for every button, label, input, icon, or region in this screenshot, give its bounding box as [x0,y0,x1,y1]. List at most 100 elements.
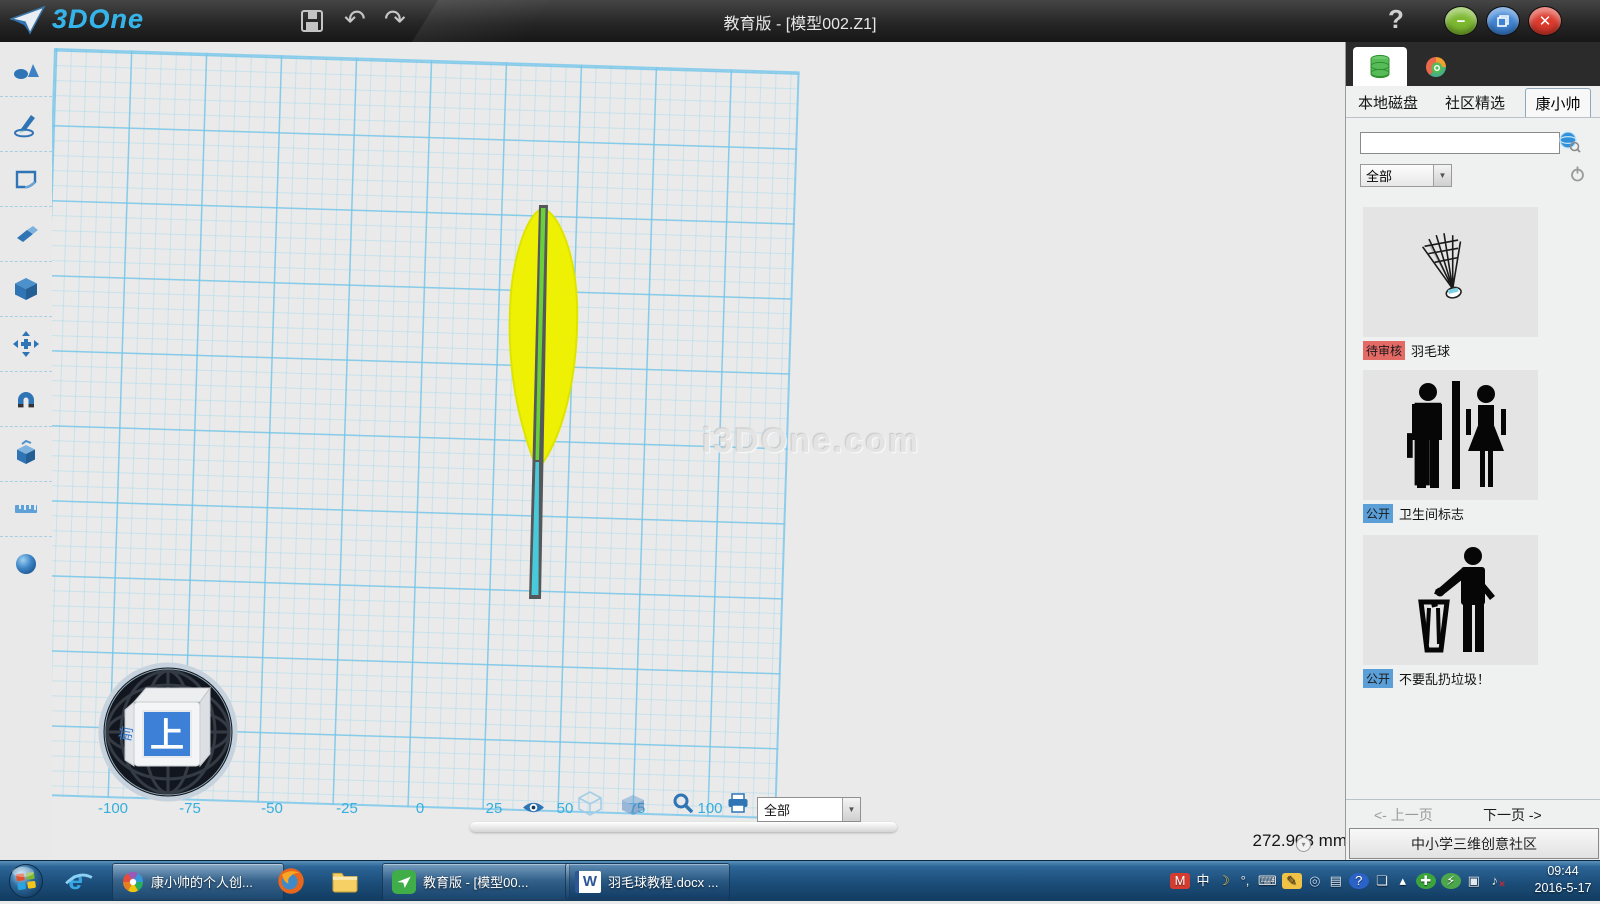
logo-text: 3DOne [52,4,144,35]
taskbar: e 康小帅的个人创... 教育版 - [模型 [0,860,1600,901]
volume-muted-icon[interactable]: ♪✕ [1487,873,1503,889]
ruler-tick: 100 [697,800,722,817]
taskbar-clock[interactable]: 09:44 2016-5-17 [1532,863,1594,897]
nav-cube-front-label[interactable]: 上 [150,717,184,755]
taskbar-button-label: 教育版 - [模型00... [423,872,528,891]
search-globe-icon[interactable] [1558,130,1582,159]
clock-time: 09:44 [1532,863,1594,880]
viewport[interactable]: i3DOne.com 前 上 -100-75-50-250255075100 [52,42,1345,860]
library-item-thumbnail-no-littering[interactable] [1363,535,1538,665]
measurement-readout: 272.903 mm [1142,831,1345,851]
save-icon[interactable] [300,9,324,38]
taskbar-button-3done[interactable]: 教育版 - [模型00... [382,863,570,900]
wireframe-cube-icon[interactable] [576,790,604,822]
help-tray-icon[interactable]: ? [1349,873,1369,889]
zoom-magnifier-icon[interactable] [672,792,694,819]
item-name[interactable]: 卫生间标志 [1399,504,1464,523]
power-icon[interactable] [1570,166,1585,187]
item-name[interactable]: 不要乱扔垃圾！ [1399,669,1490,688]
show-hidden-icons[interactable]: ▴ [1395,873,1411,889]
tab-community-library[interactable] [1409,47,1463,86]
special-features-icon[interactable] [0,262,52,317]
display-filter-value: 全部 [758,800,842,819]
community-site-button[interactable]: 中小学三维创意社区 [1349,828,1599,859]
network-icon[interactable]: ▣ [1466,873,1482,889]
magnet-icon[interactable] [0,372,52,427]
antivirus-icon[interactable]: ✚ [1416,873,1436,889]
tab-local-disk[interactable]: 本地磁盘 [1358,92,1418,113]
search-input[interactable] [1360,132,1560,154]
chevron-down-icon[interactable]: ▼ [842,798,860,821]
start-button[interactable] [8,863,44,904]
title-bar: 3DOne ↶ ↷ 教育版 - [模型002.Z1] ? − ✕ [0,0,1600,43]
ime-chinese-icon[interactable]: 中 [1195,873,1211,889]
security-shield-icon[interactable]: ⚡ [1441,873,1461,889]
display-filter-dropdown[interactable]: 全部 ▼ [757,797,861,822]
undo-icon[interactable]: ↶ [344,6,366,32]
print-icon[interactable] [727,793,749,819]
feather-model[interactable] [475,192,615,612]
tab-local-library[interactable] [1353,47,1407,86]
basic-solids-icon[interactable] [0,42,52,97]
taskbar-button-label: 羽毛球教程.docx ... [608,872,719,891]
ruler-tick: 0 [416,800,424,817]
toilet-sign-graphic [1386,379,1516,491]
notes-icon[interactable]: ▤ [1328,873,1344,889]
ruler-tick: -50 [261,800,283,817]
input-tools-icon[interactable]: ✎ [1282,873,1302,889]
visibility-eye-icon[interactable] [522,799,545,821]
no-littering-graphic [1391,544,1511,656]
watermark: i3DOne.com [702,422,920,461]
system-tray: M中 ☽ °, ⌨ ✎ ◎ ▤? ❏ ▴ ✚ ⚡ ▣ ♪✕ [1170,861,1503,901]
move-tool-icon[interactable] [0,317,52,372]
help-button[interactable]: ? [1388,4,1404,35]
sketch-icon[interactable] [0,97,52,152]
moon-app-icon[interactable]: ☽ [1216,873,1232,889]
ime-mode-icon[interactable]: °, [1237,873,1253,889]
window-restore-icon[interactable]: ❏ [1374,873,1390,889]
search-tool-icon[interactable]: ◎ [1307,873,1323,889]
firefox-icon[interactable] [277,867,305,900]
library-item-thumbnail-toilet-sign[interactable] [1363,370,1538,500]
status-badge: 公开 [1363,669,1393,688]
keyboard-icon[interactable]: ⌨ [1258,873,1277,889]
panel-header [1346,42,1600,86]
measurement-dropdown-icon[interactable]: ▾ [1296,837,1311,852]
tabs-divider [1346,117,1600,118]
close-button[interactable]: ✕ [1528,6,1562,36]
horizontal-scrollbar[interactable] [470,822,897,832]
restore-icon [1497,15,1509,27]
library-item-caption: 公开 不要乱扔垃圾！ [1363,668,1490,688]
category-filter-value: 全部 [1361,166,1433,185]
internet-explorer-icon[interactable]: e [64,867,94,900]
combine-icon[interactable] [0,427,52,482]
messenger-icon[interactable]: M [1170,873,1190,889]
taskbar-button-browser[interactable]: 康小帅的个人创... [112,863,284,900]
tab-user[interactable]: 康小帅 [1525,88,1591,117]
library-item-caption: 待审核 羽毛球 [1363,340,1450,360]
tab-community-picks[interactable]: 社区精选 [1445,92,1505,113]
library-panel: 本地磁盘 社区精选 康小帅 全部 ▼ [1345,42,1600,860]
redo-icon[interactable]: ↷ [384,6,406,32]
sketch-edit-icon[interactable] [0,152,52,207]
maximize-button[interactable] [1486,6,1520,36]
item-name[interactable]: 羽毛球 [1411,341,1450,360]
pinwheel-browser-icon [122,871,144,893]
navigation-cube[interactable]: 前 上 [97,661,239,803]
category-filter-dropdown[interactable]: 全部 ▼ [1360,164,1452,187]
left-toolbar [0,42,53,860]
chevron-down-icon[interactable]: ▼ [1433,165,1451,186]
library-item-thumbnail-badminton[interactable] [1363,207,1538,337]
next-page-link[interactable]: 下一页 -> [1483,805,1542,825]
ruler-tick: 50 [557,800,574,817]
shaded-cube-icon[interactable] [620,794,646,821]
eraser-icon[interactable] [0,207,52,262]
3done-app-icon [392,870,416,894]
minimize-button[interactable]: − [1444,6,1478,36]
previous-page-link[interactable]: <- 上一页 [1374,805,1433,825]
clock-date: 2016-5-17 [1532,880,1594,897]
taskbar-button-word[interactable]: W 羽毛球教程.docx ... [565,863,730,900]
material-render-icon[interactable] [0,537,52,591]
measure-icon[interactable] [0,482,52,537]
file-explorer-icon[interactable] [331,869,359,898]
